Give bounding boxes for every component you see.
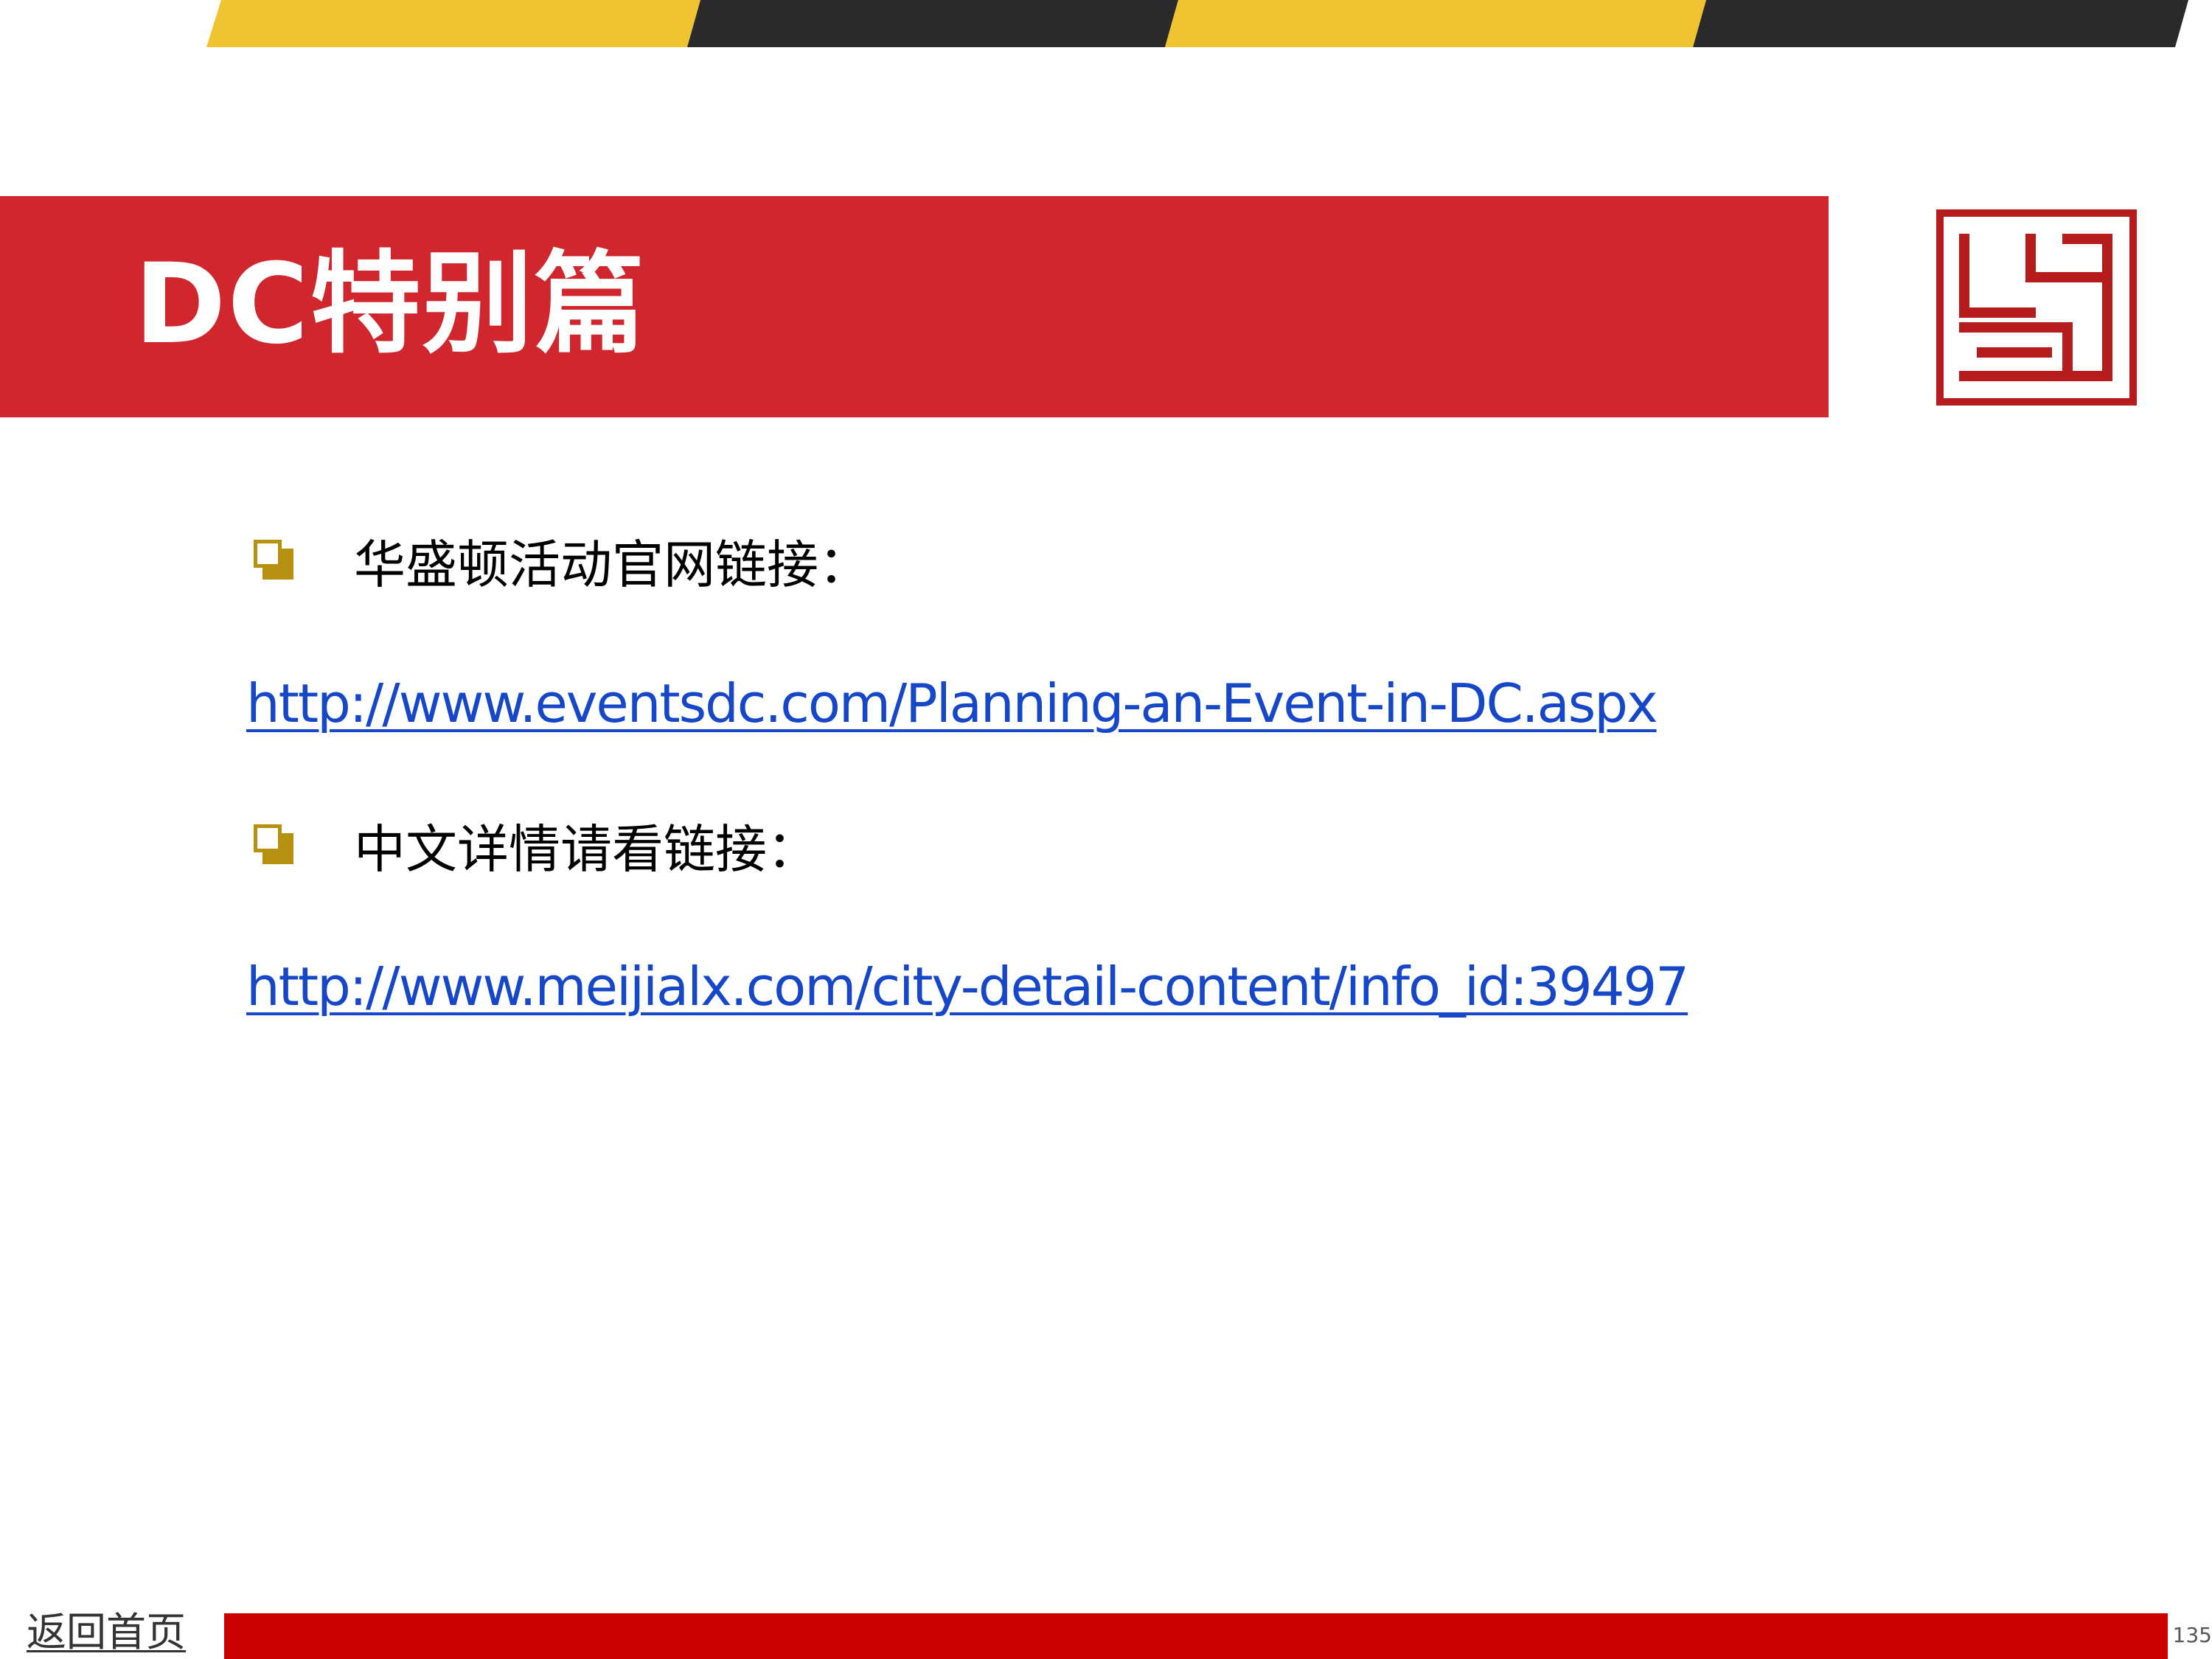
slide-page: DC特别篇 华盛顿活动官网链接： http://www.eventsdc.com… [0, 0, 2212, 1659]
list-item: 中文详情请看链接： [254, 808, 818, 882]
page-title: DC特别篇 [134, 240, 647, 369]
square-bullet-icon [254, 824, 295, 866]
bullet-label: 中文详情请看链接： [354, 818, 818, 880]
footer-bar [224, 1613, 2168, 1659]
back-to-home-link[interactable]: 返回首页 [27, 1606, 186, 1659]
events-dc-link[interactable]: http://www.eventsdc.com/Planning-an-Even… [246, 667, 1658, 740]
stripe-segment-dark-2 [1693, 0, 2188, 47]
top-decorative-stripe [206, 0, 2188, 47]
square-bullet-icon [254, 540, 295, 581]
stripe-segment-dark-1 [687, 0, 1178, 47]
bullet-label: 华盛顿活动官网链接： [354, 534, 870, 595]
stripe-segment-yellow-1 [206, 0, 700, 47]
meijialx-link[interactable]: http://www.meijialx.com/city-detail-cont… [246, 950, 1689, 1023]
list-item: 华盛顿活动官网链接： [254, 524, 870, 597]
page-number: 135 [2172, 1623, 2212, 1647]
stripe-segment-yellow-2 [1165, 0, 1706, 47]
seal-logo-icon [1936, 209, 2137, 406]
